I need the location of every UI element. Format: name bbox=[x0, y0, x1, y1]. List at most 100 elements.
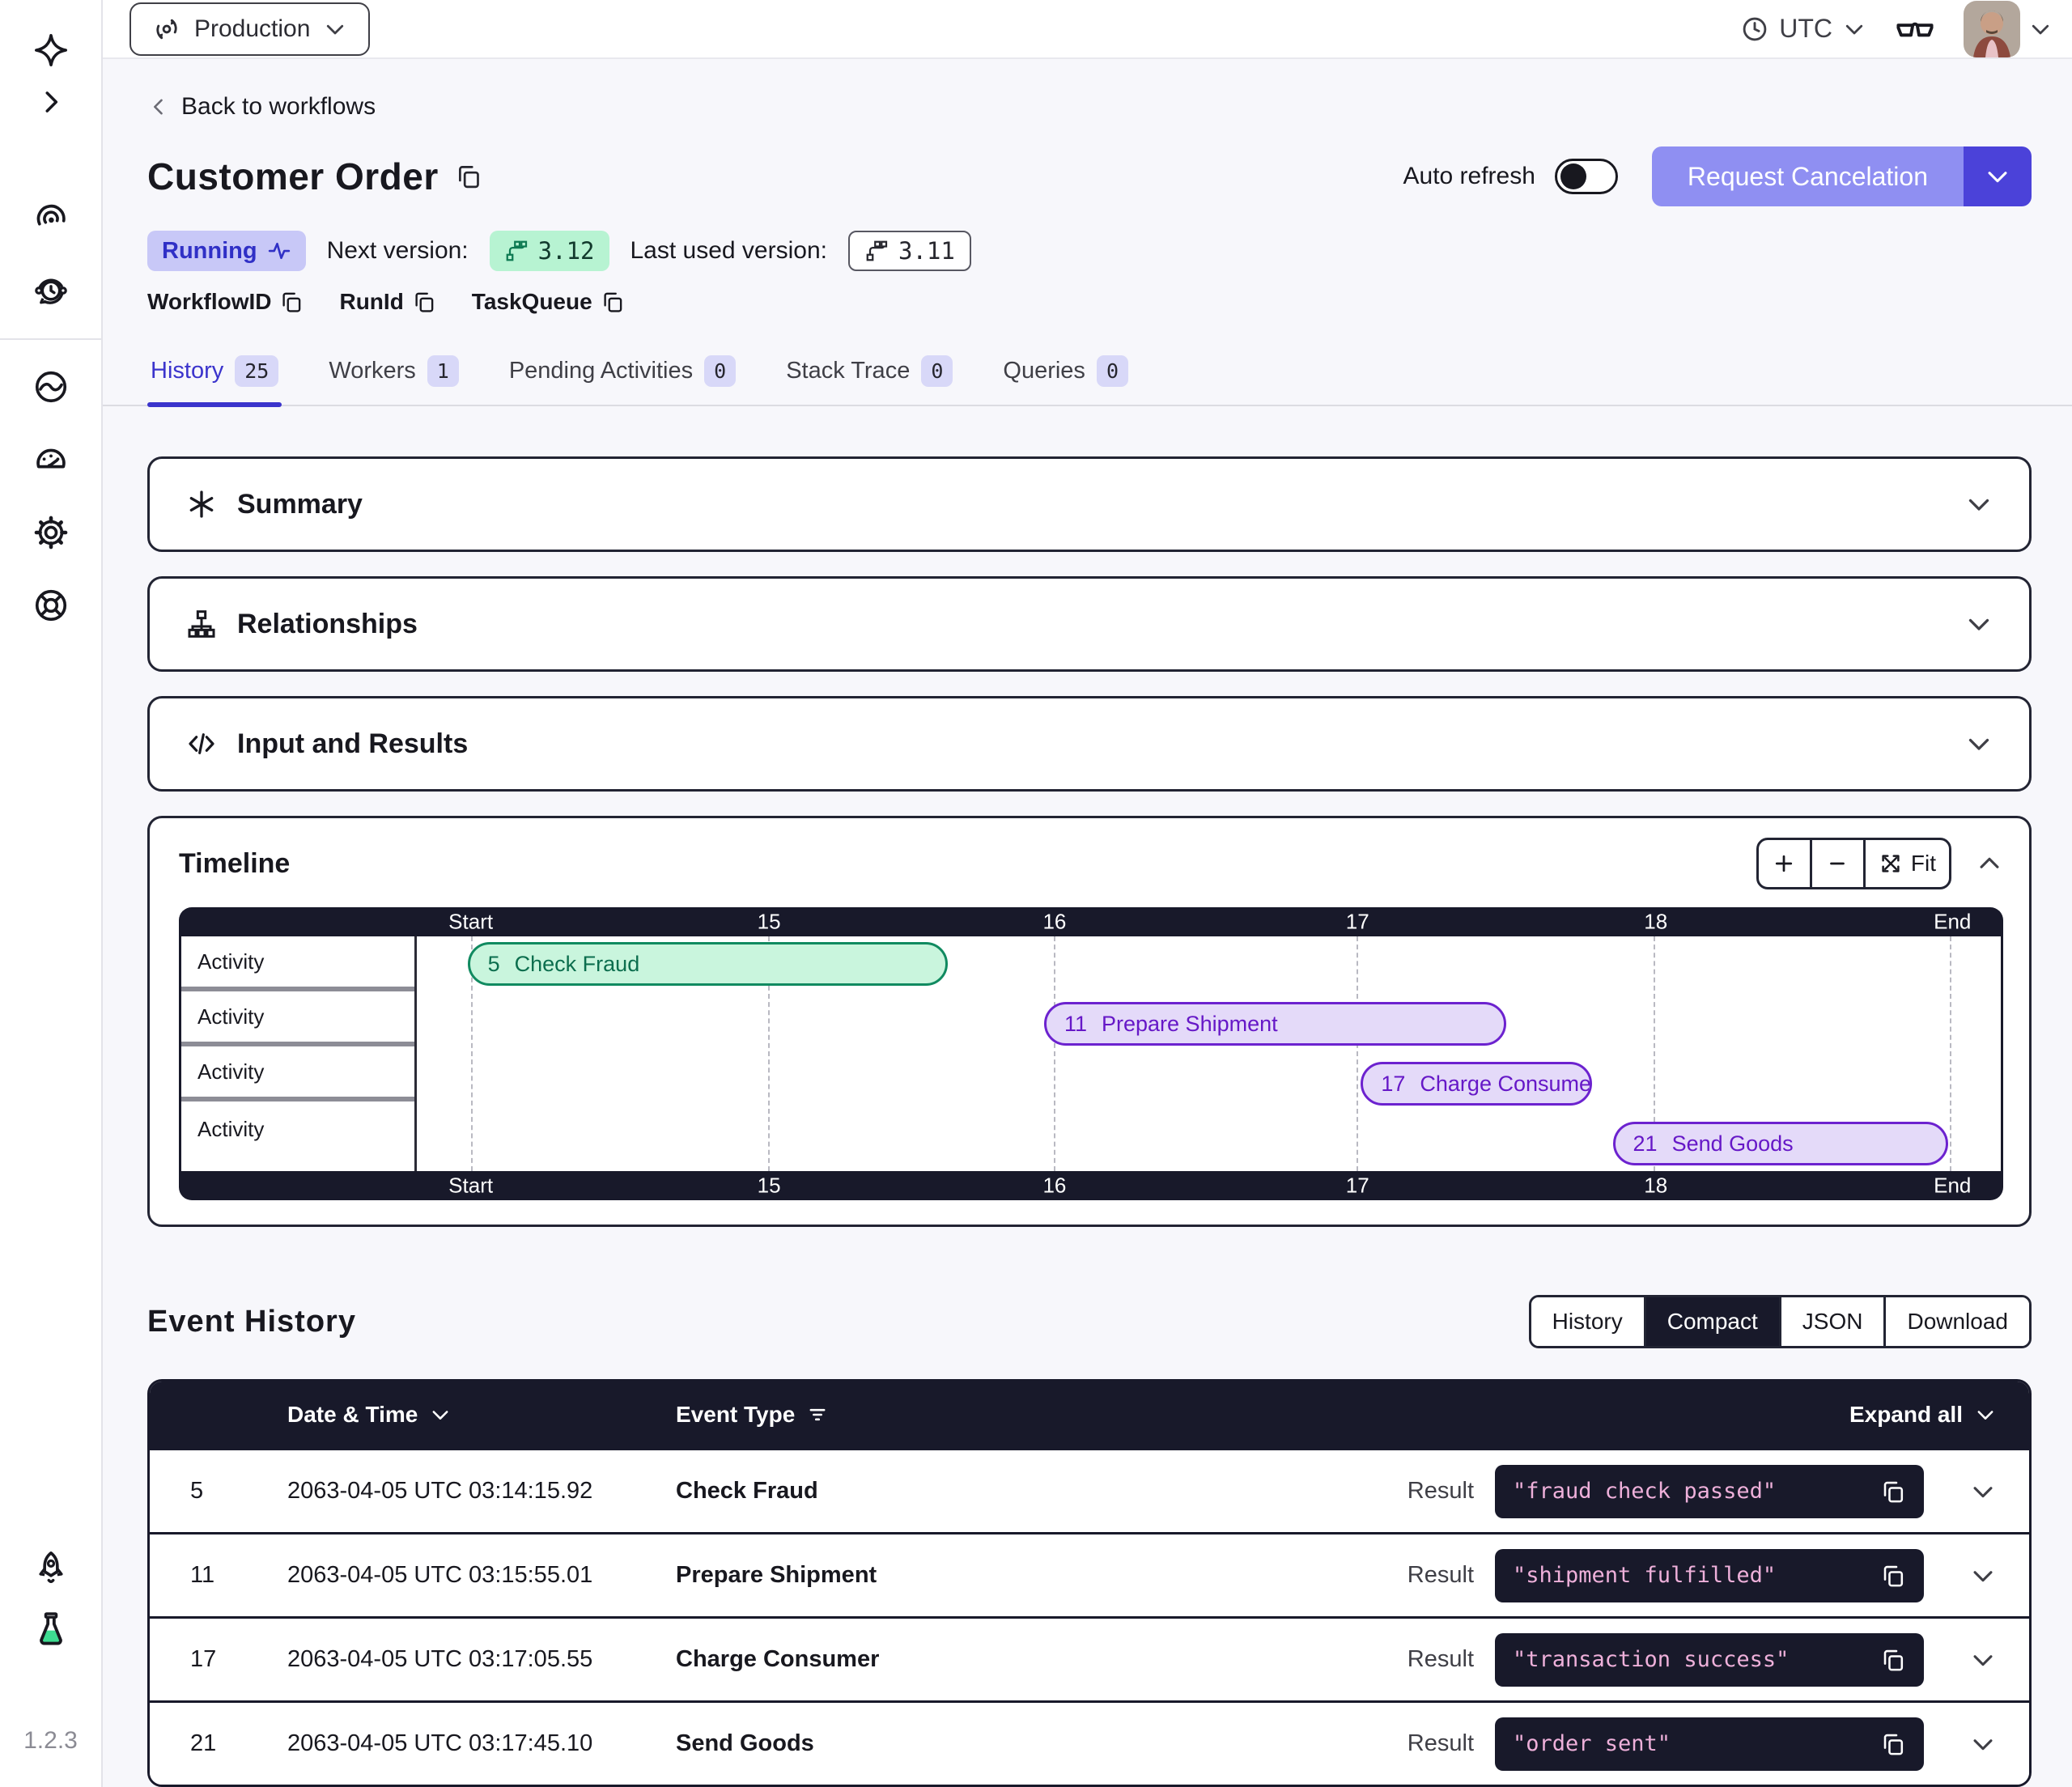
result-code-pill: "order sent" bbox=[1495, 1717, 1924, 1771]
zoom-in-button[interactable] bbox=[1759, 840, 1812, 887]
result-label: Result bbox=[1406, 1562, 1495, 1589]
tab-queries[interactable]: Queries0 bbox=[1000, 350, 1132, 405]
request-cancelation-split-button: Request Cancelation bbox=[1652, 146, 2032, 206]
copy-result-icon[interactable] bbox=[1880, 1647, 1906, 1673]
timeline-bar-charge-consumer[interactable]: 17Charge Consumer bbox=[1361, 1062, 1592, 1106]
row-expand-chevron-down-icon[interactable] bbox=[1924, 1730, 1997, 1758]
zoom-fit-button[interactable]: Fit bbox=[1866, 840, 1949, 887]
auto-refresh-toggle[interactable] bbox=[1555, 159, 1618, 194]
column-date-time[interactable]: Date & Time bbox=[287, 1402, 676, 1428]
branch-icon bbox=[504, 239, 529, 263]
tab-count-badge: 0 bbox=[921, 355, 953, 387]
main-area: Production UTC bbox=[103, 0, 2072, 1787]
relationships-section[interactable]: Relationships bbox=[147, 576, 2032, 672]
row-expand-chevron-down-icon[interactable] bbox=[1924, 1562, 1997, 1590]
tab-pending-activities[interactable]: Pending Activities0 bbox=[506, 350, 739, 405]
event-datetime: 2063-04-05 UTC 03:15:55.01 bbox=[287, 1562, 676, 1589]
chevron-down-icon bbox=[429, 1403, 452, 1426]
axis-tick: End bbox=[1934, 910, 1971, 935]
event-history-title: Event History bbox=[147, 1305, 356, 1339]
chevron-down-icon[interactable] bbox=[1964, 490, 1993, 519]
timezone-selector[interactable]: UTC bbox=[1740, 14, 1866, 44]
event-id: 11 bbox=[190, 1562, 287, 1589]
tab-workers[interactable]: Workers1 bbox=[325, 350, 461, 405]
event-datetime: 2063-04-05 UTC 03:17:05.55 bbox=[287, 1646, 676, 1673]
axis-tick: 17 bbox=[1346, 910, 1369, 935]
timeline-zoom-controls: Fit bbox=[1756, 838, 1951, 889]
filter-icon bbox=[806, 1403, 829, 1426]
avatar[interactable] bbox=[1964, 1, 2020, 57]
timeline-plot: 5Check Fraud 11Prepare Shipment 17Ch bbox=[417, 936, 2001, 1171]
chevron-down-icon[interactable] bbox=[1964, 609, 1993, 639]
event-type: Check Fraud bbox=[676, 1478, 1406, 1505]
copy-title-icon[interactable] bbox=[455, 163, 482, 190]
expand-all-button[interactable]: Expand all bbox=[1422, 1402, 1997, 1428]
timeline-chart: Start 15 16 17 18 End Activity Activity bbox=[179, 907, 2003, 1200]
event-type: Charge Consumer bbox=[676, 1646, 1406, 1673]
tab-stack-trace[interactable]: Stack Trace0 bbox=[783, 350, 956, 405]
event-history-table: Date & Time Event Type Expand all 5 2063… bbox=[147, 1379, 2032, 1787]
support-lifebuoy-icon[interactable] bbox=[25, 579, 77, 631]
input-results-section[interactable]: Input and Results bbox=[147, 696, 2032, 792]
chevron-down-icon bbox=[323, 17, 347, 41]
sidebar-item-namespaces-icon[interactable] bbox=[25, 361, 77, 413]
cancelation-menu-button[interactable] bbox=[1964, 146, 2032, 206]
tab-history[interactable]: History25 bbox=[147, 350, 282, 405]
event-datetime: 2063-04-05 UTC 03:14:15.92 bbox=[287, 1478, 676, 1505]
labs-glasses-icon[interactable] bbox=[1894, 8, 1936, 50]
result-label: Result bbox=[1406, 1646, 1495, 1673]
run-id-copy[interactable]: RunId bbox=[339, 289, 435, 315]
labs-flask-icon[interactable] bbox=[25, 1602, 77, 1654]
view-json-button[interactable]: JSON bbox=[1781, 1297, 1887, 1346]
copy-result-icon[interactable] bbox=[1880, 1731, 1906, 1757]
axis-tick: 15 bbox=[758, 910, 781, 935]
temporal-logo-icon[interactable] bbox=[25, 24, 77, 76]
view-compact-button[interactable]: Compact bbox=[1646, 1297, 1781, 1346]
getting-started-rocket-icon[interactable] bbox=[25, 1543, 77, 1594]
copy-result-icon[interactable] bbox=[1880, 1479, 1906, 1505]
timezone-label: UTC bbox=[1779, 14, 1832, 44]
workflow-id-copy[interactable]: WorkflowID bbox=[147, 289, 304, 315]
timeline-row-label: Activity bbox=[181, 1101, 414, 1157]
sidebar-item-usage-icon[interactable] bbox=[25, 434, 77, 486]
timeline-bar-send-goods[interactable]: 21Send Goods bbox=[1613, 1122, 1949, 1165]
chevron-down-icon bbox=[1984, 163, 2011, 190]
pulse-icon bbox=[267, 239, 291, 263]
sidebar-item-schedules-icon[interactable] bbox=[25, 265, 77, 317]
timeline-row-label: Activity bbox=[181, 936, 414, 991]
sidebar-item-workflows-icon[interactable] bbox=[25, 193, 77, 244]
view-history-button[interactable]: History bbox=[1531, 1297, 1646, 1346]
summary-section[interactable]: Summary bbox=[147, 456, 2032, 552]
event-history-view-switcher: History Compact JSON Download bbox=[1529, 1295, 2032, 1348]
timeline-card: Timeline Fit bbox=[147, 816, 2032, 1227]
namespace-selector[interactable]: Production bbox=[130, 2, 370, 56]
settings-gear-icon[interactable] bbox=[25, 507, 77, 558]
event-row[interactable]: 21 2063-04-05 UTC 03:17:45.10 Send Goods… bbox=[150, 1700, 2029, 1785]
copy-result-icon[interactable] bbox=[1880, 1563, 1906, 1589]
chevron-down-icon[interactable] bbox=[1964, 729, 1993, 758]
chevron-left-icon bbox=[147, 96, 170, 118]
event-row[interactable]: 11 2063-04-05 UTC 03:15:55.01 Prepare Sh… bbox=[150, 1532, 2029, 1616]
back-to-workflows-link[interactable]: Back to workflows bbox=[147, 93, 376, 121]
user-menu[interactable] bbox=[1964, 1, 2053, 57]
zoom-out-button[interactable] bbox=[1812, 840, 1866, 887]
tab-count-badge: 1 bbox=[427, 355, 459, 387]
result-code-pill: "shipment fulfilled" bbox=[1495, 1549, 1924, 1602]
last-version-label: Last used version: bbox=[631, 237, 827, 265]
column-event-type[interactable]: Event Type bbox=[676, 1402, 1422, 1428]
event-row[interactable]: 5 2063-04-05 UTC 03:14:15.92 Check Fraud… bbox=[150, 1448, 2029, 1532]
event-row[interactable]: 17 2063-04-05 UTC 03:17:05.55 Charge Con… bbox=[150, 1616, 2029, 1700]
axis-tick: 16 bbox=[1042, 1174, 1066, 1199]
namespace-label: Production bbox=[194, 15, 310, 43]
event-id: 21 bbox=[190, 1730, 287, 1757]
row-expand-chevron-down-icon[interactable] bbox=[1924, 1478, 1997, 1505]
task-queue-copy[interactable]: TaskQueue bbox=[472, 289, 625, 315]
timeline-bar-prepare-shipment[interactable]: 11Prepare Shipment bbox=[1044, 1002, 1506, 1046]
sidebar-expand-chevron-right-icon[interactable] bbox=[25, 76, 77, 128]
row-expand-chevron-down-icon[interactable] bbox=[1924, 1646, 1997, 1674]
download-button[interactable]: Download bbox=[1886, 1297, 2029, 1346]
timeline-collapse-chevron-up-icon[interactable] bbox=[1976, 850, 2003, 877]
tab-count-badge: 25 bbox=[235, 355, 278, 387]
timeline-bar-check-fraud[interactable]: 5Check Fraud bbox=[468, 942, 948, 986]
request-cancelation-button[interactable]: Request Cancelation bbox=[1652, 146, 1964, 206]
